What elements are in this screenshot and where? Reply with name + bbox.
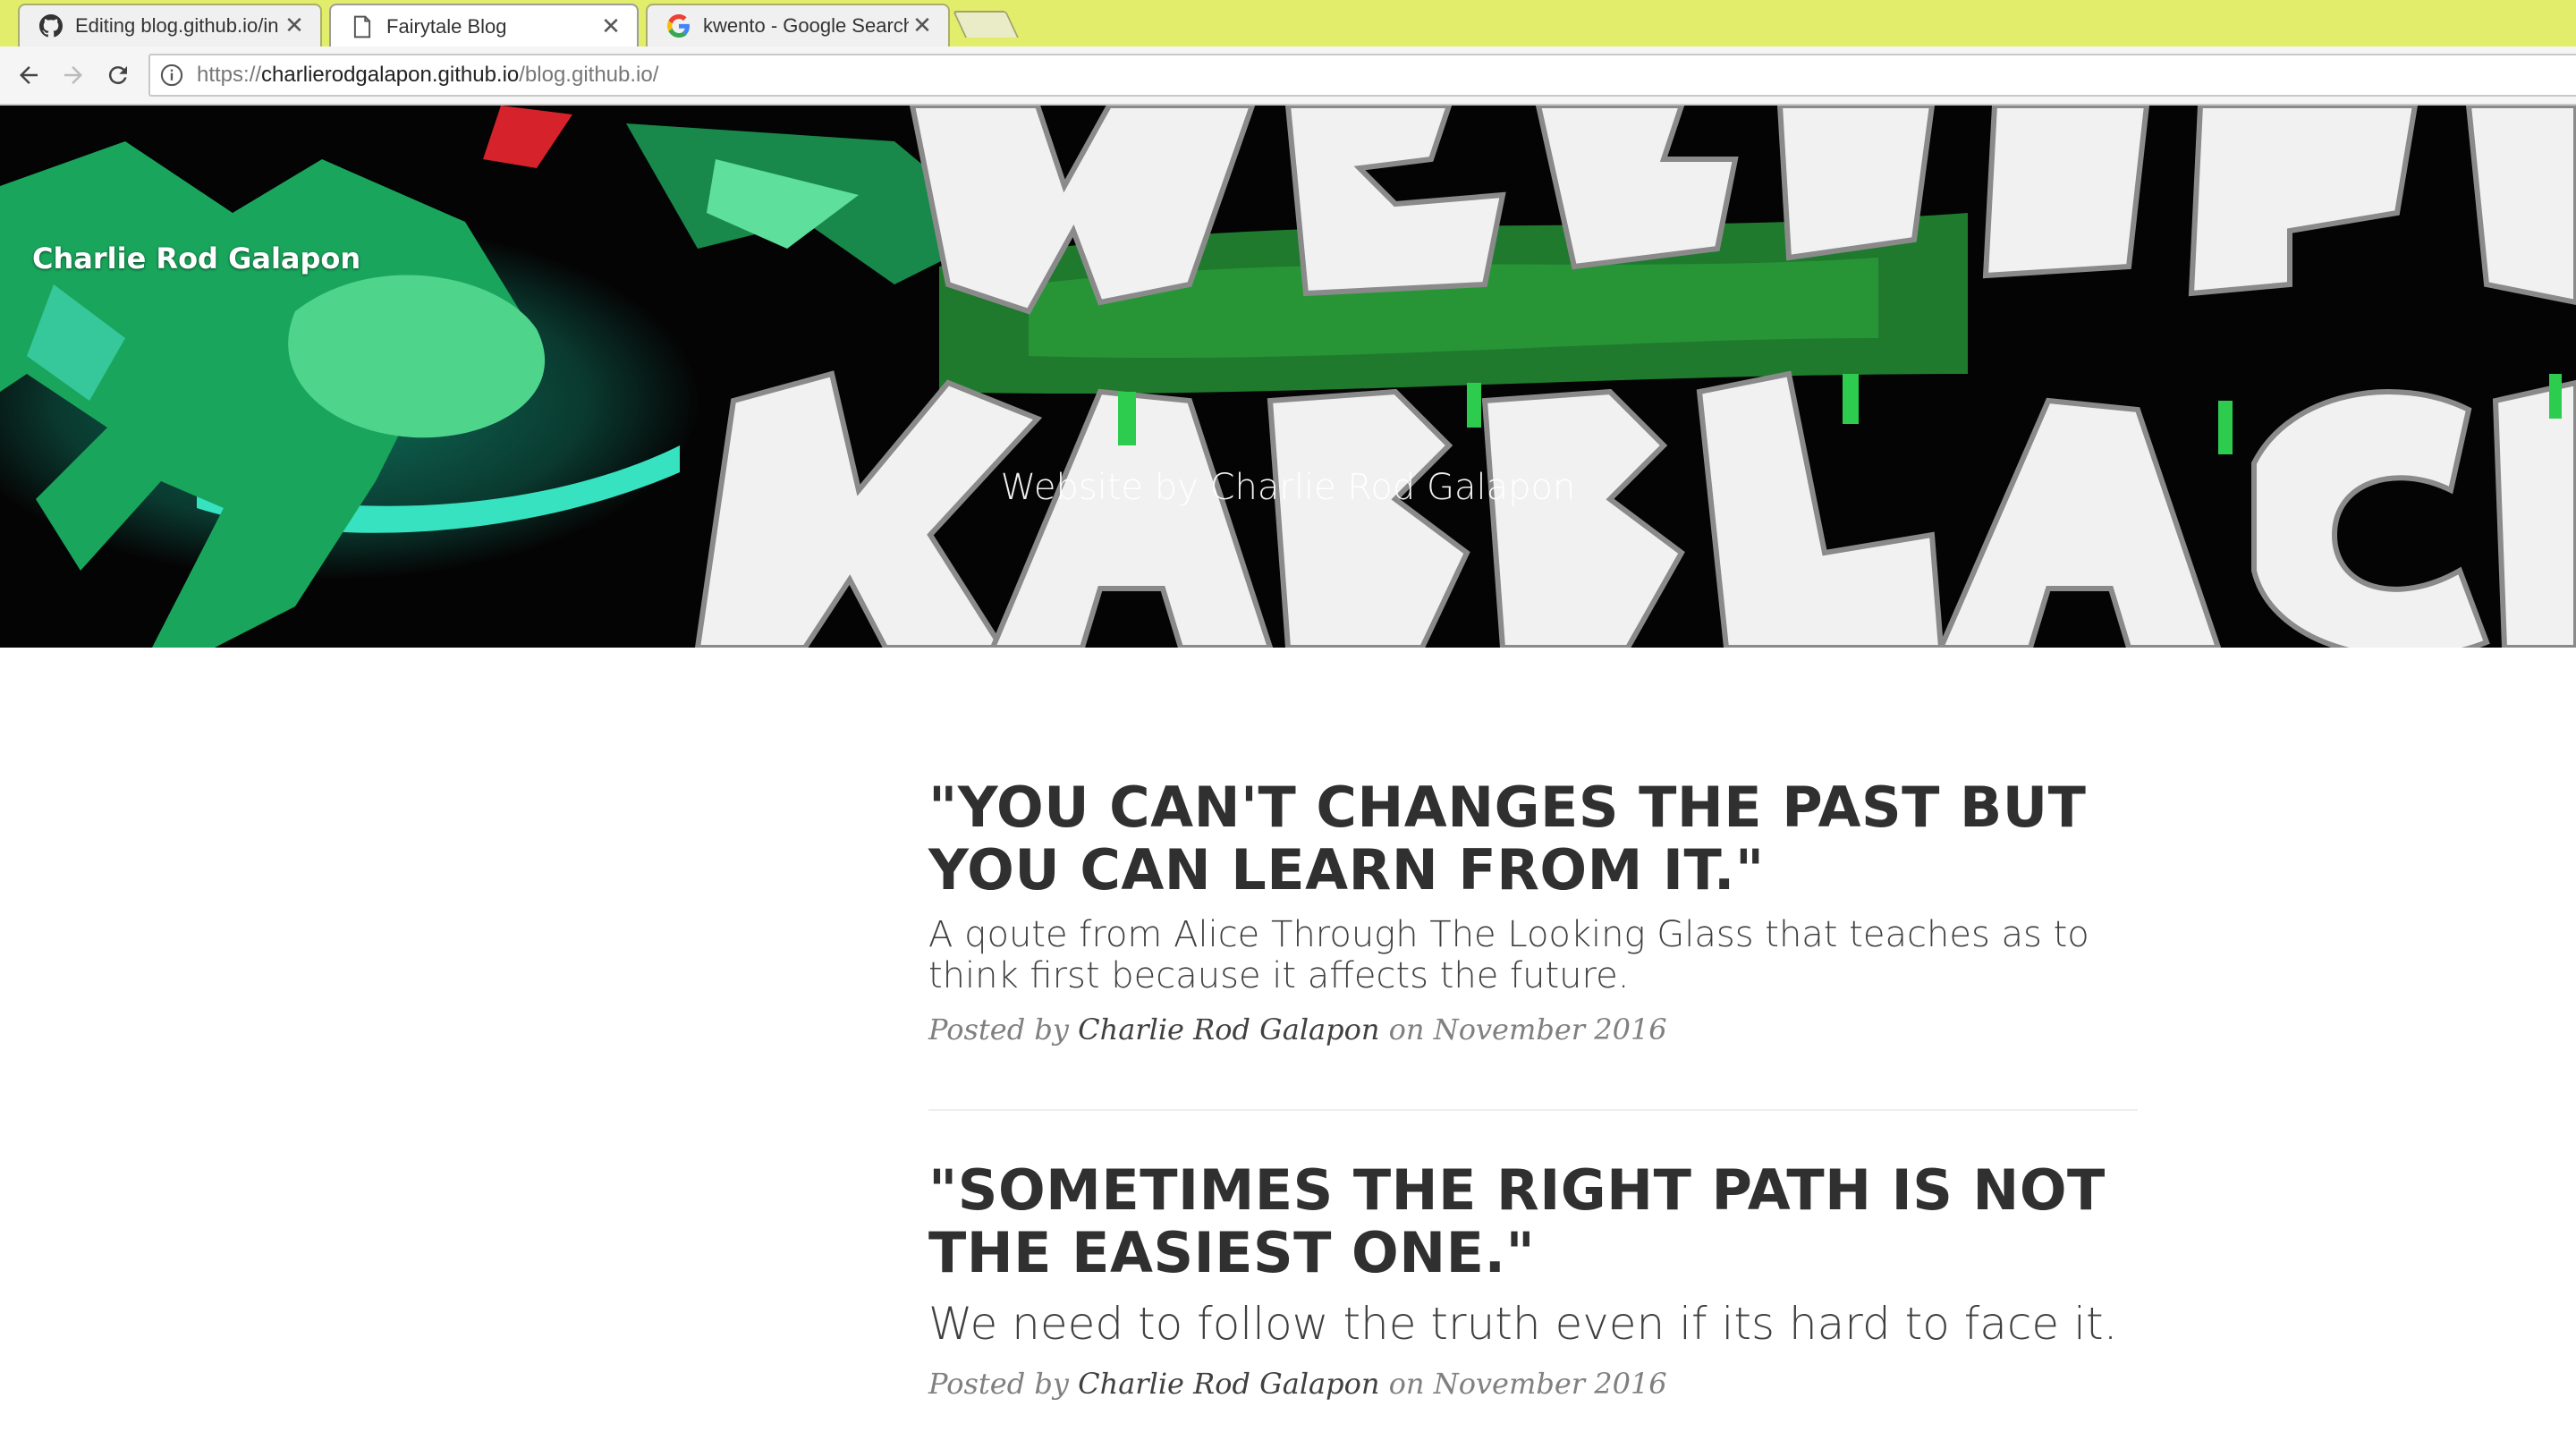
- reload-icon: [108, 66, 127, 85]
- post-divider: [928, 1109, 2138, 1111]
- post-date: November 2016: [1433, 1013, 1667, 1046]
- post-subtitle[interactable]: A qoute from Alice Through The Looking G…: [928, 914, 2138, 996]
- tab-strip: Editing blog.github.io/in ✕ Fairytale Bl…: [0, 0, 2576, 48]
- post-author-link[interactable]: Charlie Rod Galapon: [1078, 1367, 1379, 1401]
- address-toolbar: https://charlierodgalapon.github.io/blog…: [0, 47, 2576, 106]
- post-subtitle[interactable]: We need to follow the truth even if its …: [928, 1297, 2138, 1351]
- post-title[interactable]: "SOMETIMES THE RIGHT PATH IS NOT THE EAS…: [928, 1159, 2138, 1284]
- address-bar[interactable]: https://charlierodgalapon.github.io/blog…: [148, 54, 2576, 97]
- tab-title: kwento - Google Search: [703, 14, 909, 37]
- close-icon[interactable]: ✕: [281, 13, 308, 39]
- close-icon[interactable]: ✕: [909, 13, 936, 39]
- tab-google-search[interactable]: kwento - Google Search ✕: [646, 4, 950, 47]
- post-meta: Posted by Charlie Rod Galapon on Novembe…: [928, 1367, 2138, 1401]
- post-preview[interactable]: "SOMETIMES THE RIGHT PATH IS NOT THE EAS…: [928, 1159, 2138, 1402]
- url-path: /blog.github.io/: [519, 63, 659, 87]
- github-icon: [39, 14, 63, 38]
- info-icon[interactable]: [159, 63, 184, 88]
- forward-button[interactable]: [55, 57, 91, 93]
- reload-button[interactable]: [100, 57, 136, 93]
- arrow-left-icon: [20, 66, 38, 84]
- url-host: charlierodgalapon.github.io: [261, 63, 520, 87]
- post-title[interactable]: "YOU CAN'T CHANGES THE PAST BUT YOU CAN …: [928, 776, 2138, 902]
- tab-title: Fairytale Blog: [386, 15, 507, 38]
- url-text: https://charlierodgalapon.github.io/blog…: [197, 63, 658, 88]
- post-date: November 2016: [1433, 1367, 1667, 1401]
- post-author-link[interactable]: Charlie Rod Galapon: [1078, 1013, 1379, 1046]
- url-scheme: https://: [197, 63, 262, 87]
- hero-background-image: [0, 106, 2576, 648]
- meta-prefix: Posted by: [928, 1367, 1069, 1401]
- post-meta: Posted by Charlie Rod Galapon on Novembe…: [928, 1013, 2138, 1046]
- arrow-right-icon: [64, 66, 82, 84]
- tab-title: Editing blog.github.io/in: [75, 14, 279, 37]
- new-tab-button[interactable]: [953, 11, 1019, 38]
- hero-header: Charlie Rod Galapon Website by Charlie R…: [0, 106, 2576, 648]
- hero-subtitle: Website by Charlie Rod Galapon: [1000, 467, 1576, 508]
- close-icon[interactable]: ✕: [597, 13, 624, 40]
- post-preview[interactable]: "YOU CAN'T CHANGES THE PAST BUT YOU CAN …: [928, 776, 2138, 1047]
- meta-prefix: Posted by: [928, 1013, 1069, 1046]
- page-icon: [353, 15, 371, 38]
- back-button[interactable]: [11, 57, 47, 93]
- tab-fairytale-blog[interactable]: Fairytale Blog ✕: [329, 4, 639, 48]
- meta-on: on: [1388, 1013, 1425, 1046]
- site-brand-link[interactable]: Charlie Rod Galapon: [32, 242, 360, 275]
- tab-editing-blog[interactable]: Editing blog.github.io/in ✕: [18, 4, 322, 47]
- meta-on: on: [1388, 1367, 1425, 1401]
- google-icon: [667, 14, 690, 38]
